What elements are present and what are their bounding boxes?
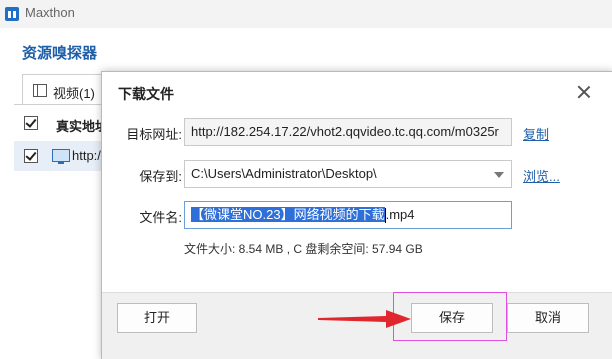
row-url: http:/ bbox=[72, 148, 101, 163]
tab-video[interactable]: 视频(1) bbox=[22, 74, 104, 105]
save-to-dropdown[interactable]: C:\Users\Administrator\Desktop\ bbox=[184, 160, 512, 188]
pointer-arrow-icon bbox=[318, 310, 411, 328]
filename-selected-text: 【微课堂NO.23】网络视频的下载 bbox=[191, 207, 385, 222]
filename-input[interactable]: 【微课堂NO.23】网络视频的下载.mp4 bbox=[184, 201, 512, 229]
save-to-value: C:\Users\Administrator\Desktop\ bbox=[191, 166, 377, 181]
maxthon-logo-icon bbox=[5, 7, 19, 21]
target-url-label: 目标网址: bbox=[126, 127, 182, 142]
target-url-field[interactable]: http://182.254.17.22/vhot2.qqvideo.tc.qq… bbox=[184, 118, 512, 146]
film-icon bbox=[33, 84, 47, 97]
open-button[interactable]: 打开 bbox=[117, 303, 197, 333]
copy-link[interactable]: 复制 bbox=[523, 124, 549, 143]
sniffer-heading: 资源嗅探器 bbox=[22, 45, 98, 62]
filename-extension: .mp4 bbox=[385, 207, 415, 222]
close-icon[interactable] bbox=[576, 84, 592, 100]
file-info: 文件大小: 8.54 MB , C 盘剩余空间: 57.94 GB bbox=[184, 242, 423, 256]
window-title: Maxthon bbox=[25, 5, 75, 20]
monitor-icon bbox=[52, 149, 70, 164]
row-checkbox[interactable] bbox=[24, 149, 38, 163]
window-titlebar: Maxthon bbox=[0, 0, 612, 28]
cancel-button[interactable]: 取消 bbox=[507, 303, 589, 333]
save-to-label: 保存到: bbox=[139, 169, 182, 184]
filename-label: 文件名: bbox=[139, 210, 182, 225]
chevron-down-icon[interactable] bbox=[494, 172, 504, 178]
browse-link[interactable]: 浏览... bbox=[523, 166, 560, 185]
tab-video-label: 视频(1) bbox=[53, 86, 95, 101]
dialog-title: 下载文件 bbox=[118, 86, 174, 102]
select-all-checkbox[interactable] bbox=[24, 116, 38, 130]
